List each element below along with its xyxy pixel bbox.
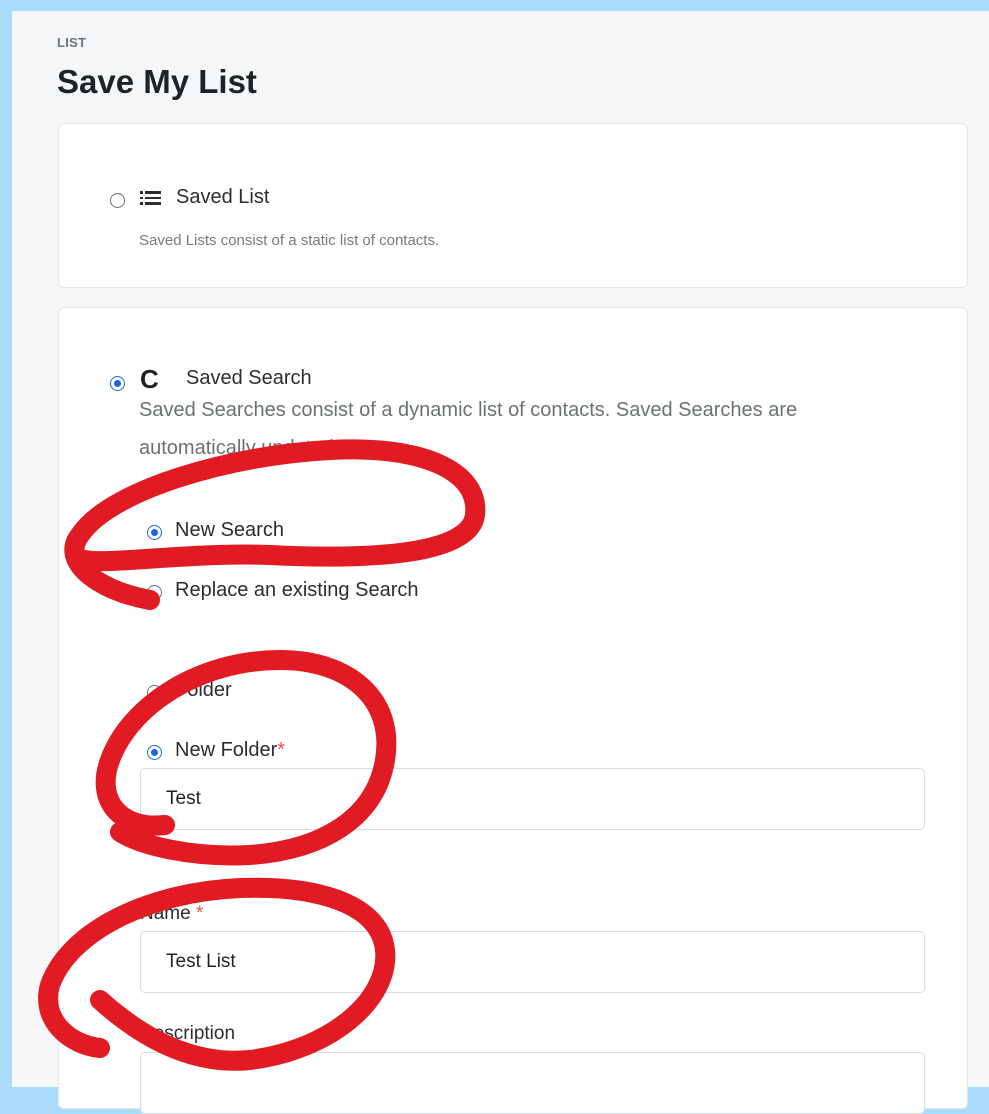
saved-search-description: Saved Searches consist of a dynamic list…	[139, 399, 798, 459]
replace-search-label[interactable]: Replace an existing Search	[175, 579, 418, 602]
existing-folder-radio[interactable]	[147, 685, 162, 700]
description-input[interactable]	[140, 1052, 925, 1114]
list-icon	[140, 191, 162, 205]
name-input[interactable]: Test List	[140, 931, 925, 993]
page-title: Save My List	[57, 63, 257, 100]
saved-search-card[interactable]: C Saved Search Saved Searches consist of…	[58, 307, 968, 1114]
new-search-radio[interactable]	[147, 525, 162, 540]
required-mark: *	[195, 903, 204, 924]
new-search-label[interactable]: New Search	[175, 519, 284, 542]
saved-list-description: Saved Lists consist of a static list of …	[139, 232, 440, 249]
name-label-text: Name	[140, 903, 191, 924]
section-eyebrow: LIST	[57, 35, 87, 50]
saved-list-card[interactable]: Saved List Saved Lists consist of a stat…	[58, 123, 968, 288]
new-folder-label[interactable]: New Folder*	[175, 739, 285, 762]
saved-list-radio[interactable]	[110, 193, 125, 208]
new-folder-input[interactable]: Test	[140, 768, 925, 830]
new-folder-radio[interactable]	[147, 745, 162, 760]
description-field-label: Description	[140, 1023, 236, 1044]
new-folder-label-text: New Folder	[175, 739, 278, 761]
saved-list-label: Saved List	[176, 186, 270, 208]
required-mark: *	[277, 739, 286, 761]
page: LIST Save My List Saved List Saved Lists…	[12, 11, 989, 1114]
name-field-label: Name *	[140, 903, 203, 925]
replace-search-radio[interactable]	[147, 585, 162, 600]
saved-search-radio[interactable]	[110, 376, 125, 391]
existing-folder-label[interactable]: Folder	[175, 679, 232, 702]
saved-search-label: Saved Search	[186, 367, 312, 389]
